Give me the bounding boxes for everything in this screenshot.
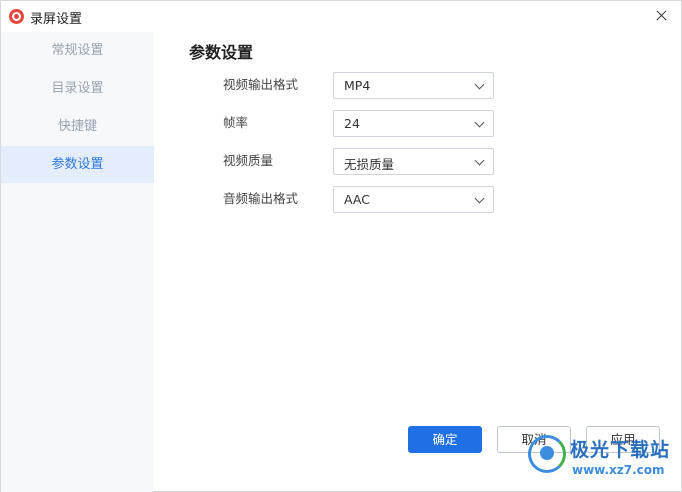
chevron-down-icon [474,79,485,90]
audio-format-value: AAC [344,192,370,207]
video-format-value: MP4 [344,78,371,93]
sidebar-item-label: 目录设置 [51,81,104,96]
video-quality-label: 视频质量 [223,153,274,168]
video-quality-value: 无损质量 [344,157,395,172]
sidebar-item-parameters[interactable]: 参数设置 [1,146,154,183]
sidebar-item-label: 常规设置 [51,43,104,58]
audio-format-select[interactable]: AAC [333,186,494,213]
sidebar-item-general[interactable]: 常规设置 [1,32,154,69]
sidebar: 常规设置 目录设置 快捷键 参数设置 [1,32,154,492]
chevron-down-icon [474,193,485,204]
video-quality-select[interactable]: 无损质量 [333,148,494,175]
sidebar-item-label: 快捷键 [57,119,97,134]
chevron-down-icon [474,155,485,166]
record-icon [9,9,24,24]
chevron-down-icon [474,117,485,128]
sidebar-item-label: 参数设置 [51,157,104,172]
video-format-select[interactable]: MP4 [333,72,494,99]
apply-button[interactable]: 应用 [586,426,660,453]
close-icon[interactable] [647,3,675,29]
sidebar-item-shortcuts[interactable]: 快捷键 [1,108,154,145]
sidebar-item-directory[interactable]: 目录设置 [1,70,154,107]
frame-rate-value: 24 [344,116,360,131]
audio-format-label: 音频输出格式 [223,191,299,206]
page-title: 参数设置 [189,43,254,62]
frame-rate-select[interactable]: 24 [333,110,494,137]
cancel-button[interactable]: 取消 [497,426,571,453]
settings-dialog: 录屏设置 常规设置 目录设置 快捷键 参数设置 参数设置 视频输出格式 MP4 … [0,0,682,492]
video-format-label: 视频输出格式 [223,77,299,92]
ok-button[interactable]: 确定 [408,426,482,453]
title-bar: 录屏设置 [1,1,681,32]
main-panel: 参数设置 视频输出格式 MP4 帧率 24 视频质量 无损质量 音频输出格式 A… [154,32,682,492]
frame-rate-label: 帧率 [223,115,249,130]
window-title: 录屏设置 [30,12,83,27]
